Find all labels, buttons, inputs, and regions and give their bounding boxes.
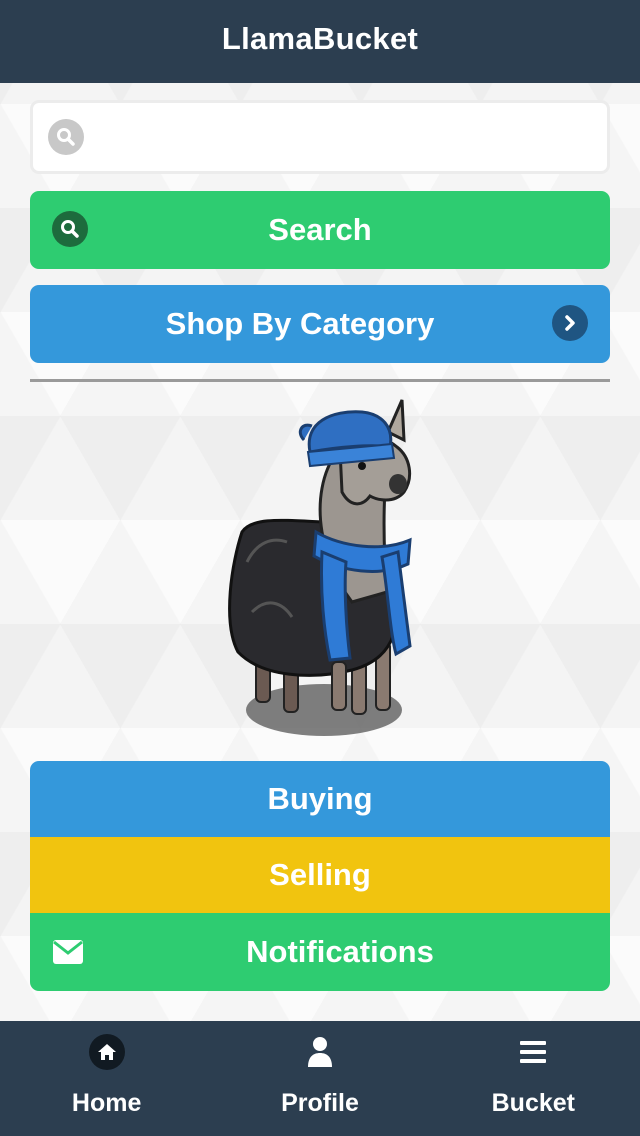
divider [30, 379, 610, 382]
menu-group: Buying Selling Notifications [30, 761, 610, 991]
buying-label: Buying [267, 781, 373, 816]
notifications-button[interactable]: Notifications [30, 913, 610, 991]
home-icon [88, 1032, 126, 1072]
envelope-icon [52, 937, 84, 964]
tab-home[interactable]: Home [0, 1021, 213, 1136]
chevron-right-icon [552, 305, 588, 341]
bars-icon [519, 1032, 547, 1072]
search-button-label: Search [268, 212, 372, 247]
selling-button[interactable]: Selling [30, 837, 610, 913]
shop-by-category-label: Shop By Category [165, 306, 435, 341]
tab-profile[interactable]: Profile [213, 1021, 426, 1136]
app-title: LlamaBucket [221, 20, 419, 56]
search-button[interactable]: Search [30, 191, 610, 269]
tab-bucket[interactable]: Bucket [427, 1021, 640, 1136]
buying-button[interactable]: Buying [30, 761, 610, 837]
bottom-tab-bar: Home Profile Bucket [0, 1021, 640, 1136]
app-header: LlamaBucket [0, 0, 640, 83]
notifications-label: Notifications [246, 934, 434, 969]
search-icon [48, 119, 84, 155]
search-icon [52, 211, 88, 247]
tab-bucket-label: Bucket [491, 1089, 575, 1117]
search-field[interactable] [30, 100, 610, 174]
selling-label: Selling [269, 857, 371, 892]
tab-profile-label: Profile [281, 1089, 359, 1117]
tab-home-label: Home [71, 1089, 142, 1117]
llama-mascot-image [228, 399, 412, 736]
search-input[interactable] [98, 107, 578, 167]
shop-by-category-button[interactable]: Shop By Category [30, 285, 610, 363]
user-icon [305, 1032, 335, 1072]
